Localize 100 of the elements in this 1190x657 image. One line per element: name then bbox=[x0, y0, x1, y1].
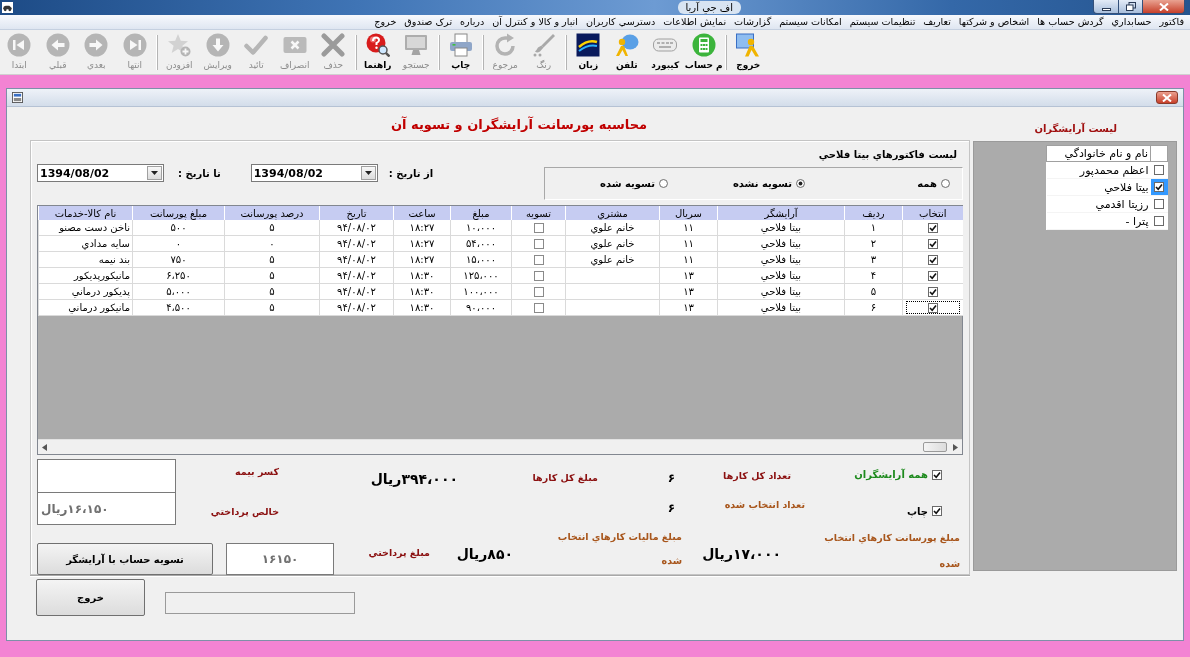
horizontal-scrollbar[interactable] bbox=[38, 439, 962, 454]
stylist-name[interactable]: بيتا فلاحي bbox=[1046, 178, 1151, 196]
selected-count-value: ۶ bbox=[667, 501, 675, 515]
window-icon[interactable] bbox=[12, 92, 23, 103]
checkbox[interactable] bbox=[1154, 199, 1164, 209]
checkbox[interactable] bbox=[533, 222, 544, 233]
minimize-button[interactable] bbox=[1093, 0, 1119, 14]
checkbox[interactable] bbox=[1154, 165, 1164, 175]
table-cell: بيتا فلاحي bbox=[717, 235, 845, 252]
table-cell: بيتا فلاحي bbox=[717, 267, 845, 284]
insurance-field[interactable] bbox=[37, 459, 176, 493]
table-cell: بيتا فلاحي bbox=[717, 220, 845, 236]
checkbox[interactable] bbox=[932, 506, 942, 516]
checkbox[interactable] bbox=[533, 254, 544, 265]
menu-item[interactable]: گردش حساب ها bbox=[1037, 16, 1104, 28]
radio-icon[interactable] bbox=[659, 179, 668, 188]
menu-item[interactable]: نمايش اطلاعات bbox=[663, 16, 727, 28]
checkbox[interactable] bbox=[927, 270, 938, 281]
checkbox[interactable] bbox=[927, 238, 938, 249]
stylist-list-title: ليست آرايشگران bbox=[1034, 122, 1117, 134]
toolbar-button[interactable]: م حساب bbox=[684, 30, 723, 74]
checkbox[interactable] bbox=[927, 222, 938, 233]
car-icon[interactable] bbox=[2, 2, 13, 13]
printer-icon bbox=[448, 33, 473, 57]
checkbox[interactable] bbox=[927, 254, 938, 265]
x-icon bbox=[321, 33, 346, 57]
menu-item[interactable]: تعاريف bbox=[923, 16, 951, 28]
restore-icon bbox=[1125, 2, 1136, 11]
table-cell: ۳ bbox=[844, 251, 903, 268]
selection-cell[interactable] bbox=[902, 220, 963, 236]
settle-button[interactable]: تسويه حساب با آرايشگر bbox=[37, 543, 213, 575]
selection-cell[interactable] bbox=[902, 283, 963, 300]
close-button[interactable] bbox=[1156, 91, 1178, 104]
language-icon bbox=[576, 33, 601, 57]
checkbox[interactable] bbox=[533, 270, 544, 281]
menu-item[interactable]: دسترسي کاربران bbox=[585, 16, 656, 28]
stylist-name[interactable]: پترا - bbox=[1046, 212, 1151, 230]
dropdown-button[interactable] bbox=[147, 166, 162, 180]
toolbar-button[interactable]: زبان bbox=[569, 30, 608, 74]
toolbar-button[interactable]: تلفن bbox=[607, 30, 646, 74]
checkbox-option[interactable]: چاپ bbox=[907, 505, 942, 517]
radio-icon[interactable] bbox=[941, 179, 950, 188]
menu-item[interactable]: حسابداري bbox=[1111, 16, 1152, 28]
table-cell: ۱۲۵،۰۰۰ bbox=[450, 267, 512, 284]
table-cell: پديکور درماني bbox=[38, 283, 133, 300]
column-header: درصد پورسانت bbox=[224, 206, 320, 220]
toolbar-button[interactable]: خروج bbox=[729, 30, 768, 74]
table-cell: خانم علوي bbox=[565, 251, 660, 268]
menu-item[interactable]: اشخاص و شرکتها bbox=[958, 16, 1030, 28]
selection-cell[interactable] bbox=[902, 299, 963, 316]
scrollbar-thumb[interactable] bbox=[923, 442, 947, 452]
minimize-icon bbox=[1101, 7, 1111, 11]
form-title: محاسبه پورسانت آرايشگران و تسويه آن bbox=[390, 117, 648, 132]
checkbox[interactable] bbox=[533, 238, 544, 249]
checkbox[interactable] bbox=[533, 286, 544, 297]
checkbox[interactable] bbox=[927, 286, 938, 297]
menu-item[interactable]: امکانات سيستم bbox=[779, 16, 842, 28]
dropdown-button[interactable] bbox=[360, 166, 376, 180]
radio-icon[interactable] bbox=[796, 179, 805, 188]
menu-item[interactable]: انبار و کالا و کنترل آن bbox=[492, 16, 578, 28]
close-button[interactable] bbox=[1143, 0, 1185, 14]
menu-item[interactable]: گزارشات bbox=[734, 16, 772, 28]
column-header: نام و نام خانوادگي bbox=[1046, 145, 1151, 162]
table-cell: ۹۴/۰۸/۰۲ bbox=[319, 220, 394, 236]
selection-cell[interactable] bbox=[902, 235, 963, 252]
menu-item[interactable]: ترک صندوق bbox=[404, 16, 453, 28]
radio-option[interactable]: همه bbox=[917, 178, 950, 189]
table-cell: بند نيمه bbox=[38, 251, 133, 268]
person-bubble-icon bbox=[614, 33, 639, 57]
toolbar-button[interactable]: چاپ bbox=[441, 30, 480, 74]
date-field[interactable]: 1394/08/02 bbox=[250, 164, 378, 182]
checkbox[interactable] bbox=[1154, 216, 1164, 226]
checkbox[interactable] bbox=[932, 469, 942, 480]
menu-item[interactable]: تنظيمات سيستم bbox=[849, 16, 916, 28]
brush-icon bbox=[531, 33, 556, 57]
maximize-button[interactable] bbox=[1119, 0, 1143, 14]
checkbox[interactable] bbox=[533, 302, 544, 313]
stylist-name[interactable]: اعظم محمدپور bbox=[1046, 161, 1151, 179]
toolbar-button[interactable]: کيبورد bbox=[646, 30, 685, 74]
column-header: مبلغ پورسانت bbox=[132, 206, 225, 220]
checkbox[interactable] bbox=[927, 302, 938, 313]
checkbox-option[interactable]: همه آرايشگران bbox=[854, 469, 942, 480]
date-field[interactable]: 1394/08/02 bbox=[37, 164, 164, 182]
menu-item[interactable]: خروج bbox=[374, 16, 397, 28]
selection-cell[interactable] bbox=[902, 251, 963, 268]
table-cell: ۵۰۰ bbox=[132, 220, 225, 236]
toolbar-button[interactable]: راهنما bbox=[358, 30, 397, 74]
column-header: ساعت bbox=[393, 206, 451, 220]
scroll-right-icon[interactable] bbox=[953, 443, 958, 451]
radio-option[interactable]: تسويه نشده bbox=[732, 178, 805, 189]
radio-option[interactable]: تسويه شده bbox=[600, 178, 668, 189]
total-count-value: ۶ bbox=[667, 471, 675, 485]
scroll-left-icon[interactable] bbox=[42, 443, 47, 451]
menu-item[interactable]: درباره bbox=[460, 16, 485, 28]
exit-button[interactable]: خروج bbox=[36, 579, 145, 616]
stylist-name[interactable]: رزيتا اقدمي bbox=[1046, 195, 1151, 213]
close-icon bbox=[1158, 2, 1169, 11]
menu-item[interactable]: فاکتور bbox=[1159, 16, 1184, 28]
selection-cell[interactable] bbox=[902, 267, 963, 284]
checkbox[interactable] bbox=[1154, 182, 1164, 192]
